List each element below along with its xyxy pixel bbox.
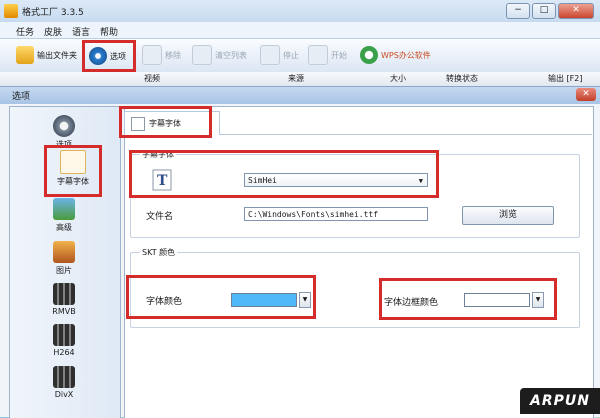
menu-help[interactable]: 帮助 <box>100 25 118 38</box>
font-color-label: 字体颜色 <box>146 297 183 307</box>
options-icon <box>53 115 75 137</box>
close-button[interactable]: ✕ <box>558 3 594 19</box>
category-subtitle-font-label: 字幕字体 <box>57 177 89 186</box>
tab-strip-line <box>220 134 592 135</box>
menu-task[interactable]: 任务 <box>16 25 34 38</box>
start-label: 开始 <box>331 50 347 60</box>
options-dialog-title: 选项 <box>12 92 31 102</box>
column-status[interactable]: 转换状态 <box>446 73 478 84</box>
clear-list-label: 清空列表 <box>215 50 247 60</box>
menu-language[interactable]: 语言 <box>72 25 90 38</box>
rmvb-film-icon <box>53 283 75 305</box>
output-folder-label: 输出文件夹 <box>37 50 77 60</box>
folder-icon <box>16 46 34 64</box>
border-color-picker[interactable]: ▼ <box>464 292 544 308</box>
font-select-value: SimHei <box>248 176 277 185</box>
ssa-color-group-label: SKT 颜色 <box>140 247 178 258</box>
category-divx[interactable]: DivX <box>12 366 116 399</box>
category-picture[interactable]: 图片 <box>12 241 116 276</box>
restore-button[interactable]: □ <box>532 3 556 19</box>
arpun-watermark: ARPUN <box>520 388 600 414</box>
start-icon <box>308 45 328 65</box>
menu-skin[interactable]: 皮肤 <box>44 25 62 38</box>
output-folder-button[interactable]: 输出文件夹 <box>16 42 77 68</box>
format-factory-icon <box>4 4 18 18</box>
advanced-icon <box>53 198 75 220</box>
column-size[interactable]: 大小 <box>390 73 406 84</box>
picture-icon <box>53 241 75 263</box>
border-color-swatch <box>464 293 530 307</box>
options-dialog-title-bar[interactable] <box>0 86 600 105</box>
chevron-down-icon: ▼ <box>418 177 423 185</box>
category-rmvb-label: RMVB <box>52 307 76 316</box>
column-source[interactable]: 来源 <box>288 73 304 84</box>
category-h264[interactable]: H264 <box>12 324 116 357</box>
clear-list-button[interactable]: 清空列表 <box>192 42 247 68</box>
font-color-picker[interactable]: ▼ <box>231 292 311 308</box>
filename-label: 文件名 <box>146 212 174 222</box>
category-advanced[interactable]: 高级 <box>12 198 116 233</box>
column-preview[interactable]: 视频 <box>144 73 160 84</box>
svg-text:T: T <box>157 173 168 189</box>
start-button[interactable]: 开始 <box>308 42 347 68</box>
dialog-close-button[interactable]: ✕ <box>576 88 596 101</box>
font-type-icon: T <box>152 169 172 191</box>
stop-button[interactable]: 停止 <box>260 42 299 68</box>
category-advanced-label: 高级 <box>56 223 72 232</box>
browse-button[interactable]: 浏览 <box>462 206 554 225</box>
chevron-down-icon[interactable]: ▼ <box>299 292 311 308</box>
remove-icon <box>142 45 162 65</box>
border-color-label: 字体边框颜色 <box>384 298 439 308</box>
category-rmvb[interactable]: RMVB <box>12 283 116 316</box>
wps-logo-icon <box>360 46 378 64</box>
minimize-button[interactable]: − <box>506 3 530 19</box>
wps-office-button[interactable]: WPS办公软件 <box>360 42 431 68</box>
category-picture-label: 图片 <box>56 266 72 275</box>
h264-film-icon <box>53 324 75 346</box>
remove-button[interactable]: 移除 <box>142 42 181 68</box>
column-output[interactable]: 输出 [F2] <box>548 73 582 84</box>
clear-list-icon <box>192 45 212 65</box>
stop-icon <box>260 45 280 65</box>
category-subtitle-font[interactable]: 字幕字体 <box>47 150 99 187</box>
gear-icon <box>89 47 107 65</box>
tab-highlight <box>119 106 212 138</box>
chevron-down-icon[interactable]: ▼ <box>532 292 544 308</box>
subtitle-font-icon <box>60 150 86 174</box>
stop-label: 停止 <box>283 50 299 60</box>
remove-label: 移除 <box>165 50 181 60</box>
divx-film-icon <box>53 366 75 388</box>
category-divx-label: DivX <box>54 390 74 399</box>
main-window-title: 格式工厂 3.3.5 <box>22 8 84 18</box>
font-select[interactable]: SimHei ▼ <box>244 173 428 187</box>
options-label: 选项 <box>110 51 126 61</box>
wps-office-label: WPS办公软件 <box>381 50 431 60</box>
filename-field[interactable]: C:\Windows\Fonts\simhei.ttf <box>244 207 428 221</box>
options-button[interactable]: 选项 <box>82 40 136 72</box>
category-h264-label: H264 <box>53 348 75 357</box>
font-color-swatch <box>231 293 297 307</box>
